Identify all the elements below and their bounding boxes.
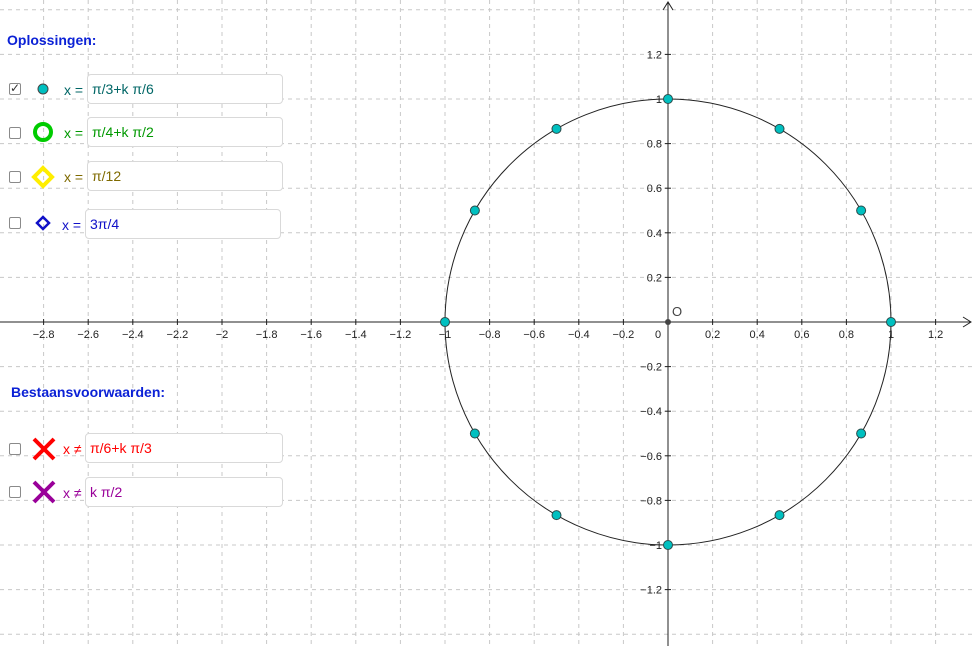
solution-point <box>774 123 785 134</box>
solution-2-value: π/4+k π/2 <box>92 124 154 140</box>
solution-3-value: π/12 <box>92 168 122 184</box>
x-tick-label: 0.2 <box>705 329 720 341</box>
y-tick-label: 1 <box>656 94 662 106</box>
y-tick-label: −0.6 <box>640 451 662 463</box>
x-tick-label: −1.2 <box>390 329 412 341</box>
condition-2-value: k π/2 <box>90 484 123 500</box>
purple-cross-icon <box>32 480 56 504</box>
filled-dot-icon <box>37 83 49 95</box>
solution-4-input[interactable]: 3π/4 <box>85 209 281 239</box>
origin-point <box>665 319 671 325</box>
x-tick-label: 0.6 <box>794 329 809 341</box>
origin-label: O <box>672 304 682 319</box>
solution-3-input[interactable]: π/12 <box>87 161 283 191</box>
y-tick-label: 0.4 <box>647 228 662 240</box>
x-tick-label: −2 <box>216 329 229 341</box>
solution-point <box>469 205 480 216</box>
x-tick-label: −0.8 <box>479 329 501 341</box>
blue-diamond-icon <box>35 215 51 231</box>
x-tick-label: 0.4 <box>750 329 765 341</box>
x-tick-label: −2.6 <box>77 329 99 341</box>
solution-2-prefix: x = <box>64 125 84 141</box>
y-tick-label: 0.6 <box>647 183 662 195</box>
solution-2-checkbox[interactable] <box>9 127 21 139</box>
red-cross-icon <box>32 437 56 461</box>
solutions-heading: Oplossingen: <box>7 32 97 48</box>
y-tick-label: −1.2 <box>640 585 662 597</box>
condition-2-prefix: x ≠ <box>63 485 82 501</box>
solution-3-checkbox[interactable] <box>9 171 21 183</box>
solution-point <box>551 510 562 521</box>
x-tick-label: 1.2 <box>928 329 943 341</box>
x-tick-label: −2.8 <box>33 329 55 341</box>
green-ring-icon <box>33 122 53 142</box>
x-tick-label: 0.8 <box>839 329 854 341</box>
solution-point <box>469 428 480 439</box>
condition-2-checkbox[interactable] <box>9 486 21 498</box>
solution-4-value: 3π/4 <box>90 216 120 232</box>
x-tick-label: −2.4 <box>122 329 144 341</box>
y-tick-label: 0.2 <box>647 272 662 284</box>
x-tick-label: −0.6 <box>523 329 545 341</box>
x-tick-label: −2.2 <box>167 329 189 341</box>
yellow-diamond-icon <box>31 165 55 189</box>
y-tick-label: 1.2 <box>647 49 662 61</box>
solution-3-prefix: x = <box>64 169 84 185</box>
conditions-heading: Bestaansvoorwaarden: <box>11 384 166 400</box>
solution-4-prefix: x = <box>62 217 82 233</box>
solution-1-input[interactable]: π/3+k π/6 <box>87 74 283 104</box>
x-tick-label: 0 <box>655 329 661 341</box>
solution-4-checkbox[interactable] <box>9 217 21 229</box>
solution-point <box>663 540 673 550</box>
solution-point <box>440 317 450 327</box>
condition-1-input[interactable]: π/6+k π/3 <box>85 433 283 463</box>
condition-1-value: π/6+k π/3 <box>90 440 152 456</box>
y-tick-label: −1 <box>649 540 662 552</box>
x-tick-label: −1.4 <box>345 329 367 341</box>
x-tick-label: −0.4 <box>568 329 590 341</box>
solution-point <box>551 123 562 134</box>
y-tick-label: −0.8 <box>640 495 662 507</box>
solution-1-value: π/3+k π/6 <box>92 81 154 97</box>
x-tick-label: −1.6 <box>300 329 322 341</box>
y-tick-label: −0.2 <box>640 362 662 374</box>
solution-point <box>663 94 673 104</box>
solution-1-prefix: x = <box>64 82 84 98</box>
y-tick-label: −0.4 <box>640 406 662 418</box>
solution-point <box>856 205 867 216</box>
x-tick-label: −0.2 <box>613 329 635 341</box>
condition-1-checkbox[interactable] <box>9 443 21 455</box>
solution-1-checkbox[interactable] <box>9 81 21 95</box>
condition-1-prefix: x ≠ <box>63 441 82 457</box>
solution-point <box>856 428 867 439</box>
solution-point <box>774 510 785 521</box>
x-tick-label: −1.8 <box>256 329 278 341</box>
solution-point <box>886 317 896 327</box>
condition-2-input[interactable]: k π/2 <box>85 477 283 507</box>
solution-2-input[interactable]: π/4+k π/2 <box>87 117 283 147</box>
y-tick-label: 0.8 <box>647 139 662 151</box>
